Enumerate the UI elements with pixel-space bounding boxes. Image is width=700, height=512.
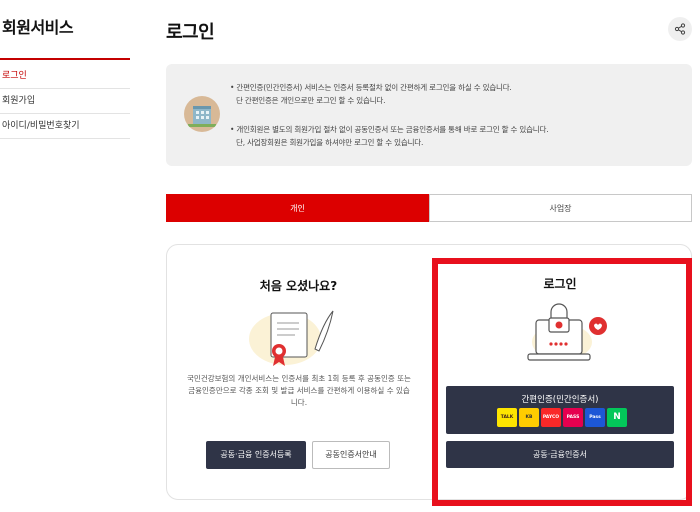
certificate-scroll-icon bbox=[249, 310, 334, 366]
new-user-panel: 처음 오셨나요? 국민건강보험의 개인서비스는 인증서를 최초 1회 등록 후 … bbox=[167, 245, 430, 501]
share-icon bbox=[674, 23, 686, 35]
tab-individual[interactable]: 개인 bbox=[166, 194, 429, 222]
member-type-tabs: 개인 사업장 bbox=[166, 194, 692, 222]
cert-guide-button[interactable]: 공동인증서안내 bbox=[312, 441, 390, 469]
page-title: 로그인 bbox=[166, 22, 215, 43]
info-box: • 간편인증(민간인증서) 서비스는 인증서 등록절차 없이 간편하게 로그인을… bbox=[166, 64, 692, 166]
sidebar-divider bbox=[0, 58, 130, 60]
info-line-1: • 간편인증(민간인증서) 서비스는 인증서 등록절차 없이 간편하게 로그인을… bbox=[230, 83, 512, 92]
sidebar-item-find-account[interactable]: 아이디/비밀번호찾기 bbox=[0, 114, 130, 139]
highlight-box bbox=[432, 258, 692, 506]
tab-business[interactable]: 사업장 bbox=[429, 194, 692, 222]
new-user-title: 처음 오셨나요? bbox=[259, 279, 338, 293]
share-button[interactable] bbox=[668, 17, 692, 41]
info-line-3: • 개인회원은 별도의 회원가입 절차 없이 공동인증서 또는 금융인증서를 통… bbox=[230, 125, 549, 134]
cert-register-button[interactable]: 공동·금융 인증서등록 bbox=[206, 441, 306, 469]
sidebar-item-signup[interactable]: 회원가입 bbox=[0, 89, 130, 114]
new-user-description: 국민건강보험의 개인서비스는 인증서를 최초 1회 등록 후 공동인증 또는 금… bbox=[187, 374, 411, 407]
sidebar-item-login[interactable]: 로그인 bbox=[0, 64, 130, 89]
info-line-2: 단 간편인증은 개인으로만 로그인 할 수 있습니다. bbox=[236, 96, 386, 105]
sidebar-title: 회원서비스 bbox=[2, 18, 74, 37]
info-line-4: 단, 사업장회원은 회원가입을 하셔야만 로그인 할 수 있습니다. bbox=[236, 138, 424, 147]
building-icon bbox=[184, 96, 220, 132]
